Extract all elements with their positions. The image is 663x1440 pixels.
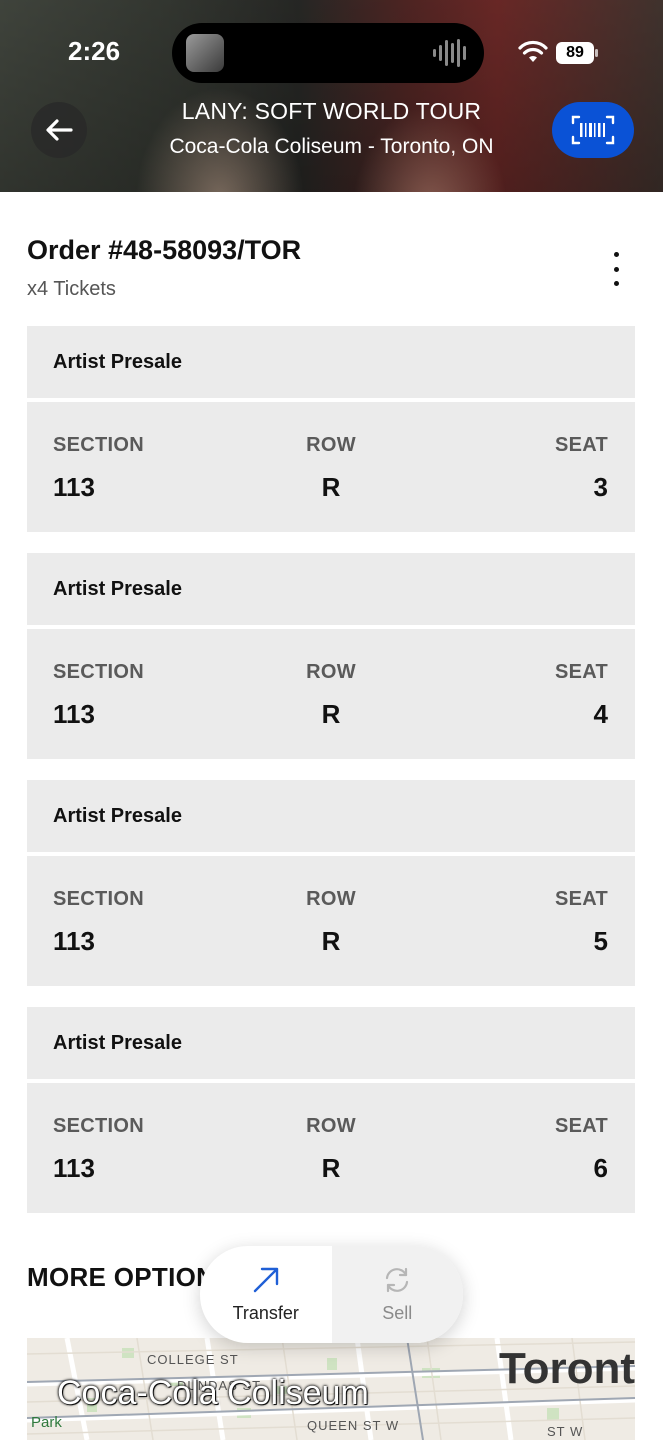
- street-label: ST W: [547, 1424, 584, 1439]
- street-label: QUEEN ST W: [307, 1418, 400, 1433]
- ticket-seat-info: SECTION ROW SEAT 113 R 3: [27, 402, 635, 532]
- transfer-label: Transfer: [232, 1303, 299, 1323]
- transfer-button[interactable]: Transfer: [200, 1246, 332, 1343]
- seat-value: 4: [593, 699, 608, 729]
- street-label: COLLEGE ST: [147, 1352, 239, 1367]
- arrow-up-right-icon: [253, 1267, 278, 1293]
- ticket-seat-info: SECTION ROW SEAT 113 R 5: [27, 856, 635, 986]
- row-label: ROW: [306, 888, 356, 910]
- seat-value: 5: [593, 926, 608, 956]
- ticket-card[interactable]: Artist Presale SECTION ROW SEAT 113 R 3: [27, 326, 635, 532]
- more-options-heading: MORE OPTIONS: [27, 1262, 227, 1292]
- seat-label: SEAT: [554, 888, 608, 910]
- sell-label: Sell: [382, 1303, 413, 1323]
- ticket-seat-info: SECTION ROW SEAT 113 R 4: [27, 629, 635, 759]
- event-header: 2:26 89 LANY: SOFT WORLD TOUR Coca-Cola …: [0, 0, 663, 192]
- battery-tip: [595, 49, 598, 57]
- dynamic-island[interactable]: [172, 23, 484, 83]
- barcode-button[interactable]: [552, 102, 634, 158]
- ticket-card[interactable]: Artist Presale SECTION ROW SEAT 113 R 5: [27, 780, 635, 986]
- row-value: R: [321, 1153, 341, 1183]
- now-playing-waveform-icon: [433, 39, 466, 67]
- ticket-card[interactable]: Artist Presale SECTION ROW SEAT 113 R 6: [27, 1007, 635, 1213]
- refresh-icon: [386, 1267, 409, 1293]
- now-playing-artwork: [186, 34, 224, 72]
- action-pill: Transfer Sell: [200, 1246, 463, 1343]
- kebab-menu-icon[interactable]: [600, 252, 632, 286]
- ticket-type: Artist Presale: [27, 326, 635, 398]
- ticket-type: Artist Presale: [27, 553, 635, 625]
- city-label: Toront: [498, 1344, 635, 1393]
- ticket-seat-info: SECTION ROW SEAT 113 R 6: [27, 1083, 635, 1213]
- ticket-count: x4 Tickets: [27, 278, 116, 300]
- ticket-type: Artist Presale: [27, 1007, 635, 1079]
- park-label: Park: [31, 1414, 62, 1431]
- seat-value: 6: [593, 1153, 608, 1183]
- seat-value: 3: [593, 472, 608, 502]
- row-label: ROW: [306, 434, 356, 456]
- row-value: R: [321, 926, 341, 956]
- seat-label: SEAT: [554, 434, 608, 456]
- barcode-scan-icon: [571, 115, 615, 145]
- battery-icon: 89: [556, 42, 594, 64]
- row-label: ROW: [306, 1115, 356, 1137]
- row-value: R: [321, 699, 341, 729]
- ticket-type: Artist Presale: [27, 780, 635, 852]
- row-label: ROW: [306, 661, 356, 683]
- order-title: Order #48-58093/TOR: [27, 235, 302, 265]
- venue-label: Coca-Cola Coliseum: [57, 1374, 369, 1412]
- status-time: 2:26: [68, 36, 121, 66]
- row-value: R: [321, 472, 341, 502]
- ticket-card[interactable]: Artist Presale SECTION ROW SEAT 113 R 4: [27, 553, 635, 759]
- seat-label: SEAT: [554, 1115, 608, 1137]
- venue-map[interactable]: COLLEGE ST DUNDAS ST QUEEN ST W ST W Par…: [27, 1338, 635, 1440]
- wifi-icon: [518, 40, 548, 62]
- sell-button[interactable]: Sell: [331, 1246, 463, 1343]
- seat-label: SEAT: [554, 661, 608, 683]
